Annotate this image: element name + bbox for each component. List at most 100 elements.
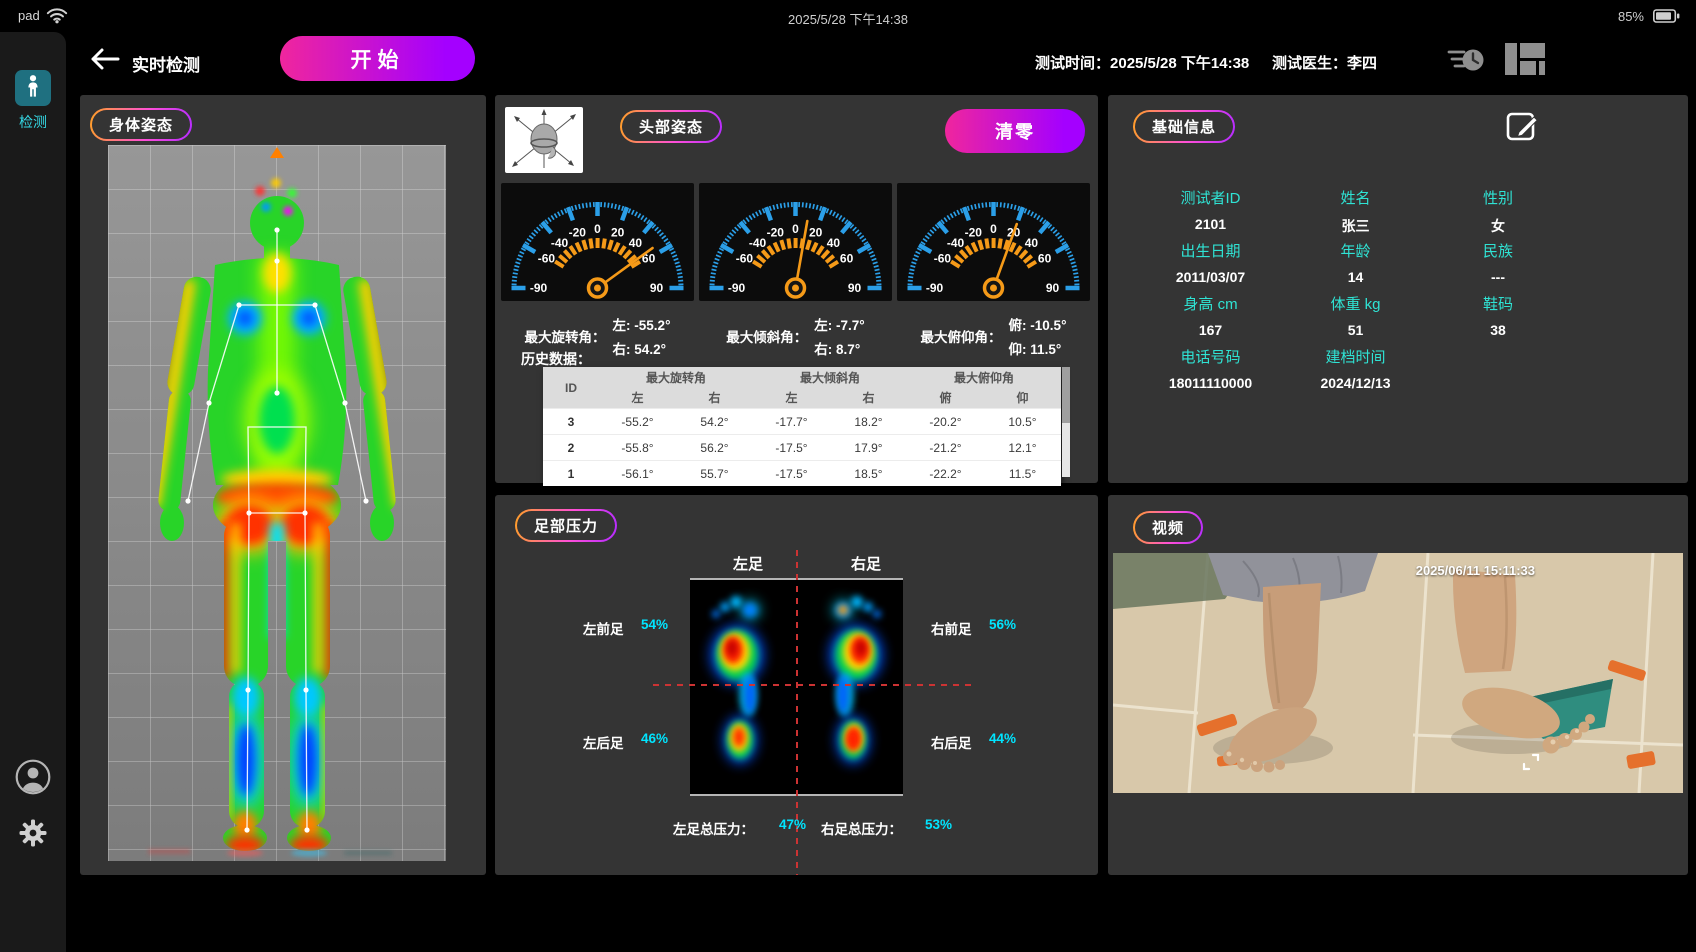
- col-left2: 左: [753, 387, 830, 409]
- svg-text:-60: -60: [538, 252, 556, 266]
- gauge-line2-value: 54.2°: [634, 342, 666, 357]
- test-doctor-label: 测试医生：: [1272, 55, 1347, 72]
- gauge-line1-label: 左:: [814, 318, 832, 333]
- gauge-pitch: -90-60-40-20020406090 最大俯仰角： 俯: -10.5° 仰…: [895, 183, 1092, 358]
- svg-text:-90: -90: [530, 281, 548, 295]
- layout-grid-icon[interactable]: [1505, 41, 1545, 82]
- info-field: 姓名张三: [1283, 187, 1428, 239]
- edit-icon[interactable]: [1506, 109, 1540, 148]
- col-right1: 右: [676, 387, 753, 409]
- body-posture-badge: 身体姿态: [90, 108, 192, 141]
- right-rearfoot-value: 44%: [989, 731, 1016, 746]
- test-doctor: 测试医生：李四: [1272, 52, 1377, 73]
- right-rearfoot-label: 右后足: [931, 732, 972, 752]
- svg-text:-20: -20: [965, 226, 983, 240]
- info-field: 身高 cm167: [1138, 293, 1283, 345]
- svg-text:-40: -40: [947, 236, 965, 250]
- gauge-line2-label: 右:: [814, 342, 832, 357]
- person-icon: [22, 74, 44, 103]
- sidebar: 检测: [0, 32, 66, 952]
- right-forefoot-label: 右前足: [931, 618, 972, 638]
- gear-icon[interactable]: [18, 818, 48, 848]
- head-posture-badge: 头部姿态: [620, 110, 722, 143]
- back-arrow-icon[interactable]: [88, 46, 120, 77]
- head-axes-thumbnail: [505, 107, 583, 173]
- table-row: 3 -55.2° 54.2° -17.7° 18.2° -20.2° 10.5°: [543, 409, 1061, 435]
- sidebar-item-detect[interactable]: [15, 70, 51, 106]
- basic-info-title: 基础信息: [1135, 112, 1233, 141]
- right-forefoot-value: 56%: [989, 617, 1016, 632]
- svg-text:-40: -40: [749, 236, 767, 250]
- svg-text:0: 0: [792, 222, 799, 236]
- start-button[interactable]: 开始: [280, 36, 475, 81]
- svg-text:40: 40: [827, 236, 841, 250]
- table-scrollbar: [1062, 367, 1070, 477]
- gauge-line2-label: 仰:: [1009, 342, 1027, 357]
- fullscreen-expand-icon[interactable]: [1521, 752, 1541, 777]
- svg-text:20: 20: [611, 226, 625, 240]
- col-down: 俯: [907, 387, 984, 409]
- video-frame: 2025/06/11 15:11:33: [1113, 553, 1683, 793]
- video-badge: 视频: [1133, 511, 1203, 544]
- gauge-line2-value: 8.7°: [836, 342, 860, 357]
- left-rearfoot-label: 左后足: [583, 732, 624, 752]
- gauge-metric-label: 最大旋转角：: [525, 326, 606, 346]
- info-field: 鞋码38: [1428, 293, 1568, 345]
- table-scrollbar-thumb[interactable]: [1062, 367, 1070, 423]
- left-foot-label: 左足: [733, 553, 763, 574]
- app-screen: pad 2025/5/28 下午14:38 85% 检测: [0, 0, 1696, 952]
- test-time: 测试时间：2025/5/28 下午14:38: [1035, 52, 1249, 73]
- history-records-icon[interactable]: [1447, 42, 1485, 83]
- gauge-svg: -90-60-40-20020406090: [699, 183, 892, 301]
- svg-text:-90: -90: [926, 281, 944, 295]
- left-rearfoot-value: 46%: [641, 731, 668, 746]
- video-timestamp: 2025/06/11 15:11:33: [1416, 563, 1535, 578]
- info-field: 建档时间2024/12/13: [1283, 346, 1428, 398]
- profile-icon[interactable]: [15, 759, 51, 795]
- page-title: 实时检测: [132, 51, 200, 76]
- gauge-line1-label: 左:: [613, 318, 631, 333]
- head-posture-panel: 头部姿态 清零 -90-60-40-20020406090 最大旋转角： 左: …: [495, 95, 1098, 483]
- clear-button[interactable]: 清零: [945, 109, 1085, 153]
- col-group-pitch: 最大俯仰角: [907, 367, 1061, 387]
- svg-text:-60: -60: [934, 252, 952, 266]
- crosshair-horizontal: [653, 684, 971, 686]
- svg-text:0: 0: [594, 222, 601, 236]
- col-up: 仰: [984, 387, 1061, 409]
- svg-text:40: 40: [1025, 236, 1039, 250]
- history-data-label: 历史数据：: [521, 349, 591, 369]
- left-forefoot-value: 54%: [641, 617, 668, 632]
- right-total-value: 53%: [925, 817, 952, 832]
- gauge-line1-value: -55.2°: [634, 318, 670, 333]
- svg-text:90: 90: [1046, 281, 1060, 295]
- col-group-tilt: 最大倾斜角: [753, 367, 907, 387]
- left-total-value: 47%: [779, 817, 806, 832]
- battery-icon: [1653, 9, 1680, 28]
- right-foot-label: 右足: [851, 553, 881, 574]
- video-title: 视频: [1135, 513, 1201, 542]
- gauge-line2-value: 11.5°: [1030, 342, 1061, 357]
- svg-text:0: 0: [990, 222, 997, 236]
- svg-text:-40: -40: [551, 236, 569, 250]
- body-posture-panel: 身体姿态: [80, 95, 486, 875]
- test-doctor-value: 李四: [1347, 55, 1377, 72]
- info-field: 测试者ID2101: [1138, 187, 1283, 239]
- gauge-rotation: -90-60-40-20020406090 最大旋转角： 左: -55.2° 右…: [499, 183, 696, 358]
- test-time-label: 测试时间：: [1035, 55, 1110, 72]
- svg-text:-20: -20: [569, 226, 587, 240]
- table-row: 2 -55.8° 56.2° -17.5° 17.9° -21.2° 12.1°: [543, 435, 1061, 461]
- body-posture-title: 身体姿态: [92, 110, 190, 139]
- status-bar: pad 2025/5/28 下午14:38 85%: [0, 0, 1696, 32]
- gauge-metric-label: 最大倾斜角：: [726, 326, 807, 346]
- basic-info-panel: 基础信息 测试者ID2101 姓名张三 性别女 出生日期2011/03/07 年…: [1108, 95, 1688, 483]
- svg-text:40: 40: [629, 236, 643, 250]
- gauge-metric-label: 最大俯仰角：: [921, 326, 1002, 346]
- gauge-tilt: -90-60-40-20020406090 最大倾斜角： 左: -7.7° 右:…: [697, 183, 894, 358]
- basic-info-badge: 基础信息: [1133, 110, 1235, 143]
- gauge-line2-label: 右:: [613, 342, 631, 357]
- sidebar-item-detect-label: 检测: [0, 112, 66, 132]
- gauge-svg: -90-60-40-20020406090: [501, 183, 694, 301]
- info-field: 体重 kg51: [1283, 293, 1428, 345]
- col-right2: 右: [830, 387, 907, 409]
- left-forefoot-label: 左前足: [583, 618, 624, 638]
